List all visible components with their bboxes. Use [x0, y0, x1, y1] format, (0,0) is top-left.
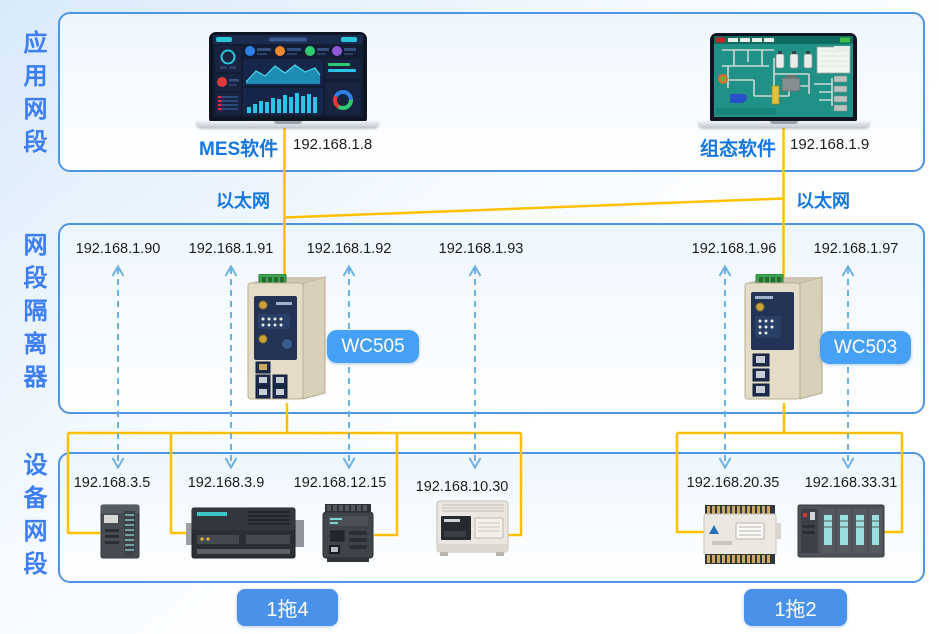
isolator-ip-2: 192.168.1.91 — [189, 241, 274, 257]
scada-laptop-base — [698, 121, 870, 128]
device-ip-3: 192.168.12.15 — [294, 475, 387, 491]
one-to-four-badge: 1拖4 — [237, 589, 338, 626]
mes-laptop-base — [196, 121, 379, 128]
device-segment-label: 设备网段 — [15, 452, 49, 584]
isolator-ip-5: 192.168.1.96 — [692, 241, 777, 257]
scada-laptop-screen — [710, 33, 857, 122]
app-segment-label: 应用网段 — [15, 30, 49, 162]
mes-ip-label: 192.168.1.8 — [293, 136, 372, 153]
device-ip-4: 192.168.10.30 — [416, 479, 509, 495]
mes-software-label: MES软件 — [199, 134, 278, 161]
isolator-ip-6: 192.168.1.97 — [814, 241, 899, 257]
plc-device-1-illustration — [100, 503, 140, 560]
one-to-two-badge: 1拖2 — [744, 589, 847, 626]
isolator-ip-3: 192.168.1.92 — [307, 241, 392, 257]
ethernet-label-left: 以太网 — [216, 187, 270, 213]
plc-device-5-illustration — [702, 503, 782, 566]
device-ip-1: 192.168.3.5 — [74, 475, 151, 491]
device-ip-5: 192.168.20.35 — [687, 475, 780, 491]
plc-device-2-illustration — [186, 505, 304, 562]
device-ip-6: 192.168.33.31 — [805, 475, 898, 491]
plc-device-3-illustration — [321, 503, 375, 564]
wc505-badge: WC505 — [327, 330, 419, 363]
mes-dashboard-illustration — [213, 35, 363, 117]
isolator-ip-4: 192.168.1.93 — [439, 241, 524, 257]
plc-device-4-illustration — [436, 498, 510, 557]
ethernet-bus-line — [285, 199, 784, 218]
wc503-badge: WC503 — [820, 331, 911, 364]
wc505-gateway-illustration — [246, 274, 332, 405]
scada-screen-illustration — [714, 36, 853, 117]
isolator-ip-1: 192.168.1.90 — [76, 241, 161, 257]
device-ip-2: 192.168.3.9 — [188, 475, 265, 491]
ethernet-label-right: 以太网 — [796, 187, 850, 213]
mes-laptop-screen — [209, 32, 367, 122]
plc-device-6-illustration — [797, 503, 885, 560]
scada-software-label: 组态软件 — [700, 134, 776, 161]
wc503-gateway-illustration — [743, 274, 829, 405]
isolator-segment-label: 网段隔离器 — [15, 232, 49, 397]
scada-ip-label: 192.168.1.9 — [790, 136, 869, 153]
